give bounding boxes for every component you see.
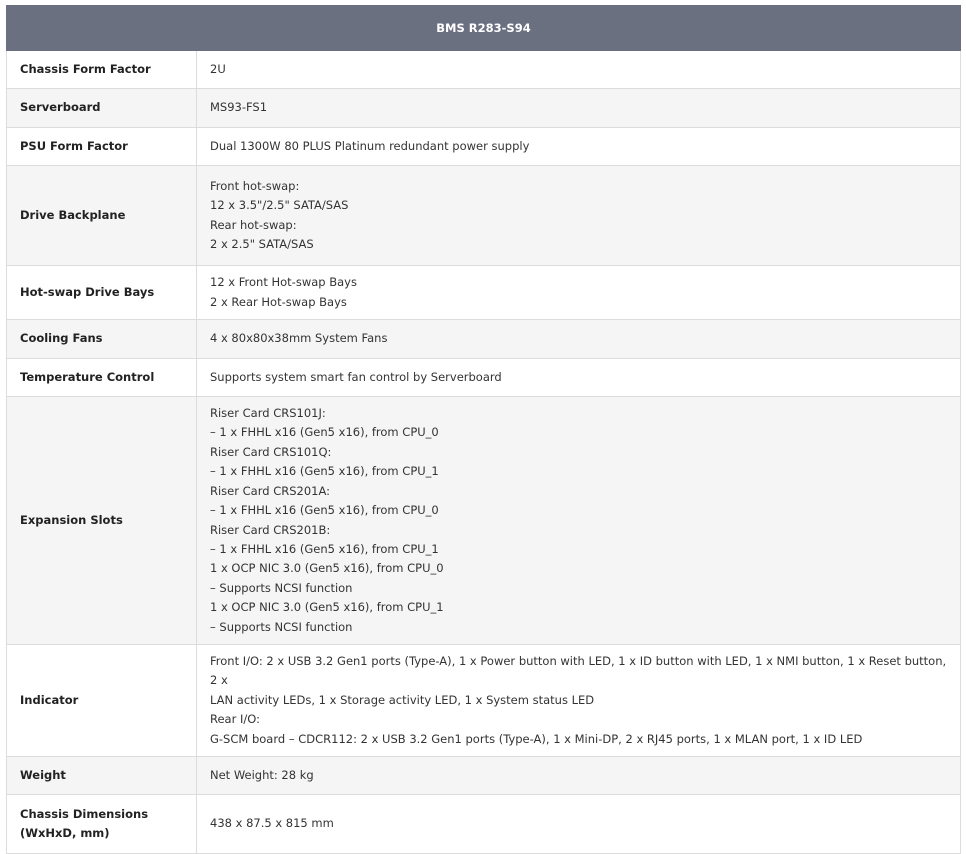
spec-value-line: Net Weight: 28 kg xyxy=(210,767,314,782)
spec-value: Net Weight: 28 kg xyxy=(195,756,962,796)
spec-value-line: 2U xyxy=(210,61,226,76)
spec-label-line: Expansion Slots xyxy=(20,512,123,527)
spec-value: 2U xyxy=(195,50,962,89)
spec-value-line: MS93-FS1 xyxy=(210,100,268,115)
spec-value-line: 12 x 3.5"/2.5" SATA/SAS xyxy=(210,198,349,213)
spec-value-line: – Supports NCSI function xyxy=(210,619,353,634)
spec-label: Weight xyxy=(6,756,197,796)
spec-value-line: Front I/O: 2 x USB 3.2 Gen1 ports (Type-… xyxy=(210,654,947,688)
table-row: PSU Form Factor Dual 1300W 80 PLUS Platin… xyxy=(6,127,962,166)
table-row: Indicator Front I/O: 2 x USB 3.2 Gen1 por… xyxy=(6,643,962,758)
spec-value: 12 x Front Hot-swap Bays 2 x Rear Hot-swa… xyxy=(195,265,962,320)
spec-table: BMS R283-S94 Chassis Form Factor 2U Server… xyxy=(5,5,962,854)
spec-value: 438 x 87.5 x 815 mm xyxy=(195,794,962,854)
spec-label-line: Chassis Dimensions xyxy=(20,806,149,821)
spec-value-line: Riser Card CRS201A: xyxy=(210,483,331,498)
table-row: Drive Backplane Front hot-swap: 12 x 3.5"/… xyxy=(6,165,962,266)
spec-label-line: Weight xyxy=(20,767,66,782)
spec-label: Indicator xyxy=(6,643,197,758)
spec-label: PSU Form Factor xyxy=(6,127,197,166)
spec-label: Chassis Dimensions (WxHxD, mm) xyxy=(6,794,197,854)
table-row: Serverboard MS93-FS1 xyxy=(6,88,962,128)
spec-value-line: – 1 x FHHL x16 (Gen5 x16), from CPU_1 xyxy=(210,541,439,556)
spec-label-line: (WxHxD, mm) xyxy=(20,826,110,841)
spec-value-line: – 1 x FHHL x16 (Gen5 x16), from CPU_1 xyxy=(210,464,439,479)
spec-value-line: 1 x OCP NIC 3.0 (Gen5 x16), from CPU_1 xyxy=(210,600,444,615)
spec-value: Supports system smart fan control by Ser… xyxy=(195,358,962,397)
spec-value-line: Rear hot-swap: xyxy=(210,217,297,232)
table-row: Cooling Fans 4 x 80x80x38mm System Fans xyxy=(6,319,962,359)
table-row: Temperature Control Supports system smart… xyxy=(6,358,962,397)
spec-label-line: Cooling Fans xyxy=(20,331,103,346)
spec-label-line: Drive Backplane xyxy=(20,207,126,222)
spec-label-line: Hot-swap Drive Bays xyxy=(20,284,155,299)
spec-label-line: Serverboard xyxy=(20,100,101,115)
spec-value: Front I/O: 2 x USB 3.2 Gen1 ports (Type-… xyxy=(195,643,962,758)
table-body: Chassis Form Factor 2U Serverboard MS93-FS1… xyxy=(6,50,962,854)
spec-value-line: Riser Card CRS201B: xyxy=(210,522,331,537)
spec-label: Cooling Fans xyxy=(6,319,197,359)
spec-value-line: 2 x 2.5" SATA/SAS xyxy=(210,236,314,251)
spec-value: Dual 1300W 80 PLUS Platinum redundant po… xyxy=(195,127,962,166)
spec-value-line: 4 x 80x80x38mm System Fans xyxy=(210,331,388,346)
spec-value: Riser Card CRS101J: – 1 x FHHL x16 (Gen5 … xyxy=(195,396,962,645)
spec-value: MS93-FS1 xyxy=(195,88,962,128)
spec-label: Drive Backplane xyxy=(6,165,197,266)
spec-label-line: Chassis Form Factor xyxy=(20,61,151,76)
spec-value-line: Front hot-swap: xyxy=(210,178,300,193)
spec-label-line: Indicator xyxy=(20,692,79,707)
spec-value-line: Rear I/O: xyxy=(210,712,260,727)
spec-label-line: PSU Form Factor xyxy=(20,138,128,153)
table-title: BMS R283-S94 xyxy=(5,5,962,51)
spec-value: Front hot-swap: 12 x 3.5"/2.5" SATA/SAS Re… xyxy=(195,165,962,266)
spec-value-line: LAN activity LEDs, 1 x Storage activity … xyxy=(210,692,595,707)
table-header-row: BMS R283-S94 xyxy=(5,5,962,51)
spec-value-line: 12 x Front Hot-swap Bays xyxy=(210,275,357,290)
spec-value-line: Riser Card CRS101Q: xyxy=(210,444,332,459)
spec-value-line: – 1 x FHHL x16 (Gen5 x16), from CPU_0 xyxy=(210,425,439,440)
spec-value-line: 438 x 87.5 x 815 mm xyxy=(210,816,334,831)
table-row: Weight Net Weight: 28 kg xyxy=(6,756,962,796)
spec-value: 4 x 80x80x38mm System Fans xyxy=(195,319,962,359)
table-row: Chassis Form Factor 2U xyxy=(6,50,962,89)
table-row: Chassis Dimensions (WxHxD, mm) 438 x 87.5 … xyxy=(6,794,962,854)
spec-label: Chassis Form Factor xyxy=(6,50,197,89)
spec-label: Serverboard xyxy=(6,88,197,128)
spec-value-line: 2 x Rear Hot-swap Bays xyxy=(210,294,347,309)
table-row: Expansion Slots Riser Card CRS101J: – 1 x … xyxy=(6,396,962,645)
spec-label: Temperature Control xyxy=(6,358,197,397)
spec-value-line: Riser Card CRS101J: xyxy=(210,406,326,421)
spec-value-line: 1 x OCP NIC 3.0 (Gen5 x16), from CPU_0 xyxy=(210,561,444,576)
spec-value-line: – 1 x FHHL x16 (Gen5 x16), from CPU_0 xyxy=(210,503,439,518)
spec-value-line: Supports system smart fan control by Ser… xyxy=(210,369,502,384)
spec-value-line: – Supports NCSI function xyxy=(210,580,353,595)
spec-value-line: Dual 1300W 80 PLUS Platinum redundant po… xyxy=(210,138,530,153)
spec-value-line: G-SCM board – CDCR112: 2 x USB 3.2 Gen1 … xyxy=(210,731,863,746)
table-row: Hot-swap Drive Bays 12 x Front Hot-swap B… xyxy=(6,265,962,320)
spec-label: Expansion Slots xyxy=(6,396,197,645)
spec-label: Hot-swap Drive Bays xyxy=(6,265,197,320)
spec-label-line: Temperature Control xyxy=(20,369,155,384)
